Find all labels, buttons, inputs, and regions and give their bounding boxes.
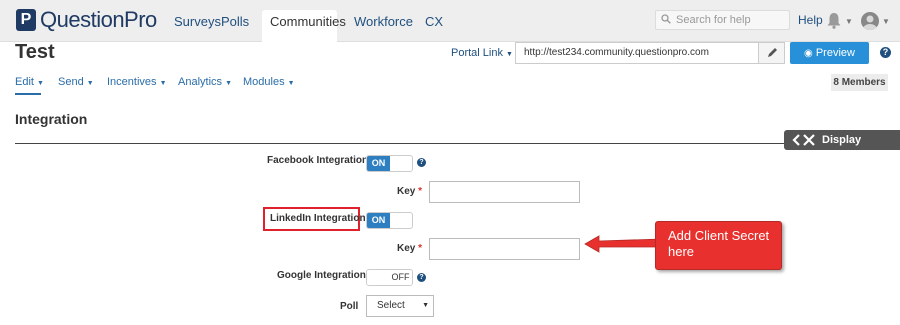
nav-tab-communities[interactable]: Communities	[262, 10, 346, 42]
key-label-text: Key	[397, 243, 416, 254]
nav-tab-cx[interactable]: CX	[417, 10, 451, 42]
section-divider	[15, 143, 900, 144]
portal-url-field[interactable]: http://test234.community.questionpro.com	[515, 42, 759, 64]
facebook-integration-label: Facebook Integration	[267, 155, 369, 166]
chevron-down-icon[interactable]: ▼	[882, 17, 890, 26]
user-avatar[interactable]	[861, 12, 879, 30]
chevron-down-icon: ▼	[37, 80, 44, 87]
display-settings-label: Display Settings	[822, 134, 866, 166]
pencil-icon	[768, 48, 777, 57]
annotation-callout: Add Client Secret here	[655, 221, 782, 270]
top-navigation-bar: P QuestionPro Surveys Polls Communities …	[0, 0, 900, 42]
subnav-modules[interactable]: Modules ▼	[243, 76, 295, 88]
edit-url-button[interactable]	[759, 42, 785, 64]
portal-link-dropdown[interactable]: Portal Link ▼	[451, 47, 513, 59]
subnav-send[interactable]: Send ▼	[58, 76, 94, 88]
subnav-analytics[interactable]: Analytics ▼	[178, 76, 232, 88]
google-integration-toggle[interactable]: OFF	[366, 269, 413, 286]
poll-select[interactable]: Select ▼	[366, 295, 434, 317]
help-link[interactable]: Help	[798, 13, 823, 27]
linkedin-integration-label: LinkedIn Integration	[270, 213, 366, 224]
subnav-incentives-label: Incentives	[107, 76, 157, 88]
active-subnav-indicator	[15, 93, 41, 95]
key-label-text: Key	[397, 186, 416, 197]
callout-line-1: Add Client Secret	[668, 228, 770, 243]
toggle-knob	[367, 270, 391, 285]
chevron-down-icon: ▼	[506, 51, 513, 58]
subnav-analytics-label: Analytics	[178, 76, 223, 88]
subnav-edit[interactable]: Edit ▼	[15, 76, 44, 88]
poll-select-value: Select	[377, 300, 405, 311]
chevron-down-icon: ▼	[287, 80, 295, 87]
logo-mark-icon: P	[16, 9, 36, 31]
subnav-edit-label: Edit	[15, 76, 34, 88]
eye-icon: ◉	[804, 48, 813, 59]
required-asterisk: *	[418, 243, 423, 254]
nav-tab-polls[interactable]: Polls	[213, 10, 257, 42]
subnav-modules-label: Modules	[243, 76, 285, 88]
google-integration-label: Google Integration	[277, 270, 366, 281]
callout-line-2: here	[668, 244, 695, 259]
collapse-tools-icon	[792, 134, 815, 146]
subnav-incentives[interactable]: Incentives ▼	[107, 76, 167, 88]
facebook-key-input[interactable]	[429, 181, 580, 203]
toggle-off-state: OFF	[389, 270, 412, 285]
toggle-on-state: ON	[367, 156, 390, 171]
google-info-icon[interactable]: ?	[417, 273, 426, 282]
portal-link-label: Portal Link	[451, 47, 503, 59]
chevron-down-icon: ▼	[422, 302, 429, 309]
callout-arrow-icon	[584, 235, 662, 253]
logo-text: QuestionPro	[40, 7, 157, 32]
help-search-input[interactable]: Search for help	[655, 10, 790, 30]
questionpro-logo[interactable]: P QuestionPro	[16, 8, 157, 32]
search-placeholder: Search for help	[676, 14, 751, 26]
search-icon	[661, 14, 671, 24]
members-count-badge[interactable]: 8 Members	[831, 74, 888, 91]
chevron-down-icon: ▼	[86, 80, 94, 87]
preview-button[interactable]: ◉ Preview	[790, 42, 869, 64]
notification-bell-icon[interactable]	[826, 12, 842, 29]
facebook-info-icon[interactable]: ?	[417, 158, 426, 167]
subnav-send-label: Send	[58, 76, 84, 88]
chevron-down-icon: ▼	[159, 80, 167, 87]
chevron-down-icon: ▼	[225, 80, 233, 87]
toggle-on-state: ON	[367, 213, 390, 228]
facebook-key-label: Key *	[397, 186, 422, 197]
section-title: Integration	[15, 111, 88, 127]
linkedin-key-input[interactable]	[429, 238, 580, 260]
facebook-integration-toggle[interactable]: ON	[366, 155, 413, 172]
linkedin-integration-toggle[interactable]: ON	[366, 212, 413, 229]
chevron-down-icon[interactable]: ▼	[845, 17, 853, 26]
user-icon	[863, 15, 877, 30]
required-asterisk: *	[418, 186, 423, 197]
page-title: Test	[15, 41, 55, 63]
poll-label: Poll	[340, 301, 359, 312]
preview-label: Preview	[815, 47, 855, 59]
linkedin-key-label: Key *	[397, 243, 422, 254]
help-question-icon[interactable]: ?	[880, 47, 891, 58]
display-settings-button[interactable]: Display Settings	[784, 130, 900, 166]
nav-tab-workforce[interactable]: Workforce	[346, 10, 421, 42]
